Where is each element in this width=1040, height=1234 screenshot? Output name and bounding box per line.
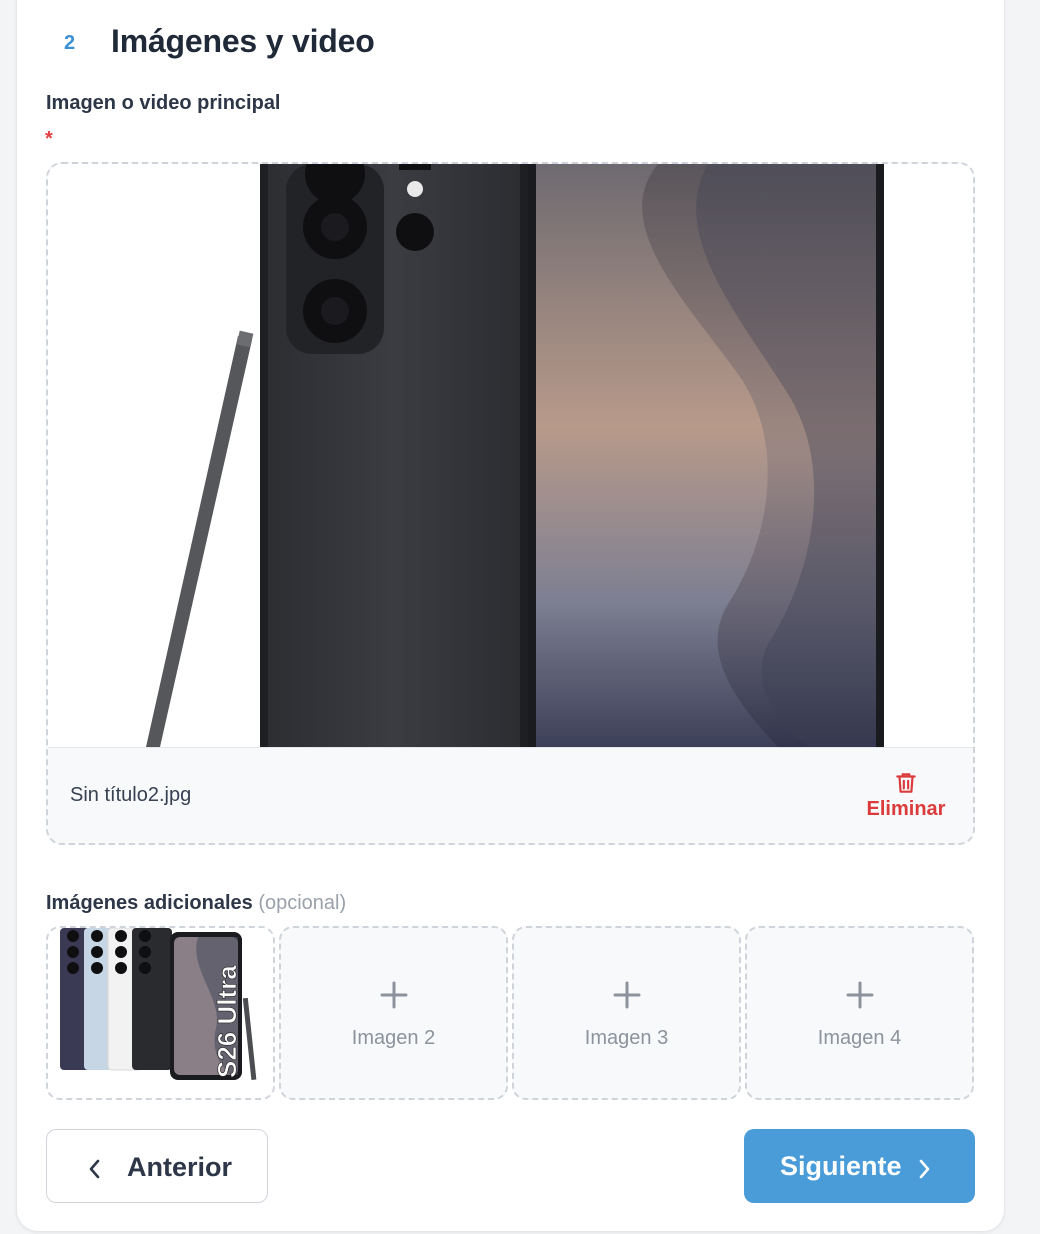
optional-label: (opcional): [258, 892, 347, 914]
previous-button[interactable]: Anterior: [46, 1129, 268, 1203]
next-button[interactable]: Siguiente: [744, 1129, 975, 1203]
section-title: Imágenes y video: [111, 23, 375, 59]
additional-images-title: Imágenes adicionales: [46, 892, 253, 914]
chevron-left-icon: [89, 1159, 100, 1179]
trash-icon: [896, 773, 916, 793]
image-slot-2[interactable]: Imagen 2: [279, 926, 508, 1100]
next-label: Siguiente: [780, 1151, 902, 1181]
previous-label: Anterior: [127, 1152, 233, 1182]
step-number: 2: [64, 32, 76, 54]
thumbnail-text: S26 Ultra: [212, 965, 242, 1078]
delete-label: Eliminar: [866, 798, 946, 820]
slot-label: Imagen 3: [584, 1027, 669, 1049]
slot-label: Imagen 2: [351, 1027, 436, 1049]
image-slot-3[interactable]: Imagen 3: [512, 926, 741, 1100]
thumbnail-image: S26 Ultra: [48, 928, 273, 1098]
additional-images-label: Imágenes adicionales (opcional): [46, 892, 346, 915]
file-name: Sin título2.jpg: [70, 784, 192, 806]
image-slot-4[interactable]: Imagen 4: [745, 926, 974, 1100]
required-mark: *: [45, 128, 53, 150]
plus-icon: [613, 981, 640, 1009]
main-media-footer: Sin título2.jpg Eliminar: [48, 747, 973, 843]
main-media-label: Imagen o video principal: [46, 92, 281, 114]
phone-product-image: [48, 164, 973, 747]
chevron-right-icon: [919, 1159, 930, 1179]
delete-button[interactable]: Eliminar: [861, 770, 951, 830]
main-media-dropzone[interactable]: Sin título2.jpg Eliminar: [46, 162, 975, 845]
image-slot-1[interactable]: S26 Ultra: [46, 926, 275, 1100]
plus-icon: [380, 981, 407, 1009]
slot-label: Imagen 4: [817, 1027, 902, 1049]
plus-icon: [846, 981, 873, 1009]
main-media-preview: [48, 164, 973, 747]
